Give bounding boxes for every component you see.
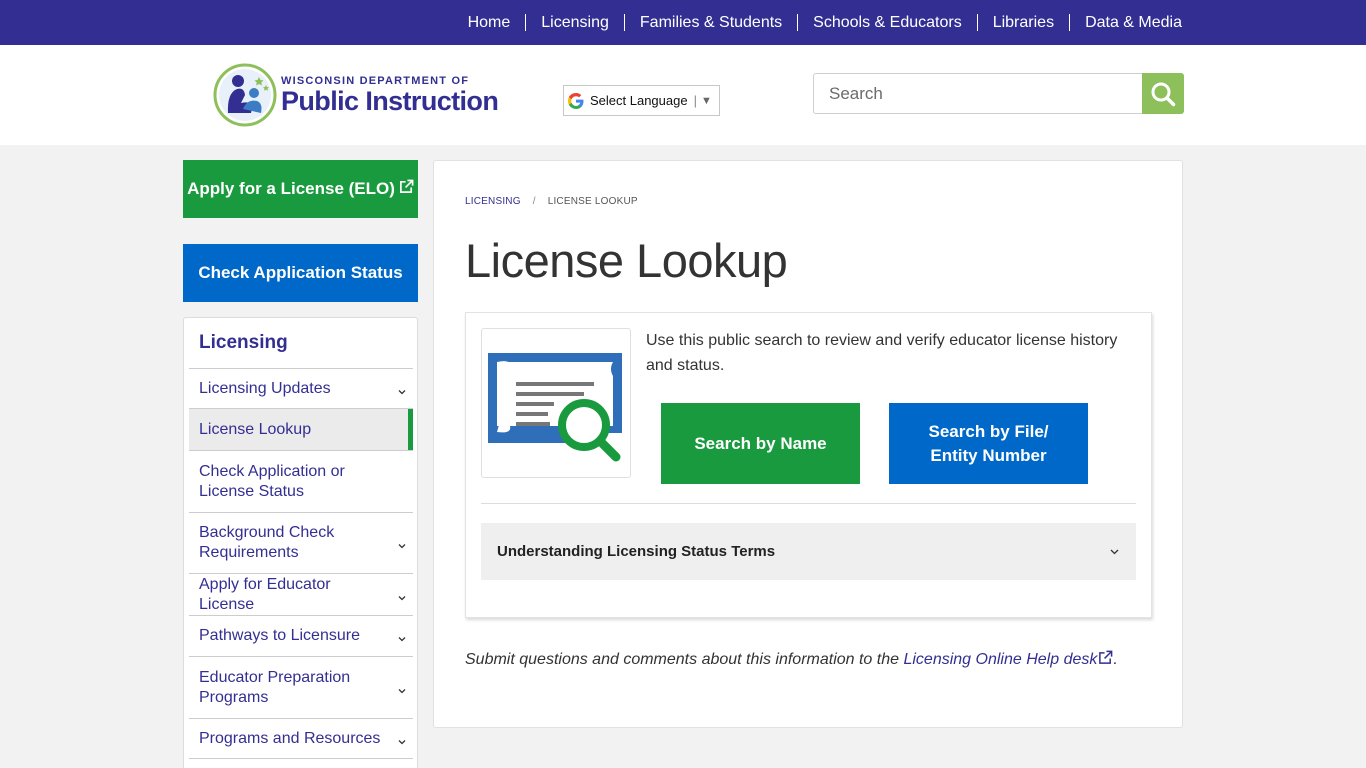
sidebar-item-label: Background Check Requirements [199,524,335,561]
top-nav-item-licensing: Licensing [525,14,624,32]
chevron-down-icon[interactable] [398,542,406,550]
chevron-down-icon[interactable] [398,738,406,746]
card-divider [481,503,1136,504]
nav-link-data-media[interactable]: Data & Media [1070,14,1182,32]
help-desk-link-label: Licensing Online Help desk [903,651,1098,668]
sidebar-item-label: Check Application or License Status [199,462,345,500]
breadcrumb-divider: / [532,196,536,207]
sidebar-item-label: Licensing Updates [199,379,331,397]
certificate-search-image [481,328,631,478]
sidebar-item-licensing-updates[interactable]: Licensing Updates [189,368,413,408]
logo-wordmark: WISCONSIN DEPARTMENT OF Public Instructi… [281,75,499,116]
breadcrumb-current: LICENSE LOOKUP [547,196,638,207]
help-footnote: Submit questions and comments about this… [465,650,1118,669]
sidebar-item-apply-educator-license[interactable]: Apply for Educator License [189,573,413,615]
page-title: License Lookup [465,234,788,287]
apply-for-license-label: Apply for a License (ELO) [187,179,395,198]
sidebar-item-label: Apply for Educator License [199,575,331,613]
sidebar-item-label: Programs and Resources [199,729,381,747]
sidebar-list: Licensing Updates License Lookup Check A… [189,368,413,759]
nav-link-families-students[interactable]: Families & Students [625,14,797,32]
nav-link-licensing[interactable]: Licensing [526,14,624,32]
search-input[interactable] [813,73,1143,114]
top-nav-list: Home Licensing Families & Students Schoo… [453,0,1182,45]
sidebar-item-programs-resources[interactable]: Programs and Resources [189,718,413,759]
nav-link-schools-educators[interactable]: Schools & Educators [798,14,977,32]
sidebar-item-background-check[interactable]: Background Check Requirements [189,512,413,573]
breadcrumb-licensing[interactable]: LICENSING [465,196,521,207]
sidebar-item-license-lookup[interactable]: License Lookup [189,408,413,450]
chevron-down-icon[interactable] [1110,547,1119,556]
sidebar-item-label: Pathways to Licensure [199,627,360,644]
language-select[interactable]: Select Language | ▼ [563,85,720,116]
external-link-icon [399,179,414,193]
sidebar-item-pathways[interactable]: Pathways to Licensure [189,615,413,656]
top-nav-item-schools: Schools & Educators [797,14,977,32]
breadcrumb: LICENSING / LICENSE LOOKUP [465,196,638,207]
nav-link-home[interactable]: Home [453,14,526,32]
top-nav-item-families: Families & Students [624,14,797,32]
check-application-status-button[interactable]: Check Application Status [183,244,418,302]
top-nav-item-data: Data & Media [1069,14,1182,32]
footnote-text: Submit questions and comments about this… [465,651,904,668]
search-icon [1151,82,1176,106]
sidebar-item-check-application[interactable]: Check Application or License Status [189,450,413,512]
top-navigation: Home Licensing Families & Students Schoo… [0,0,1366,45]
logo-line-public-instruction: Public Instruction [281,86,499,116]
sidebar-item-label: License Lookup [199,420,312,438]
main-content: LICENSING / LICENSE LOOKUP License Looku… [433,160,1183,728]
search-by-file-button[interactable]: Search by File/ Entity Number [889,403,1088,484]
certificate-search-icon [488,353,622,462]
dpi-logo[interactable]: WISCONSIN DEPARTMENT OF Public Instructi… [213,62,499,128]
status-terms-accordion[interactable]: Understanding Licensing Status Terms [481,523,1136,580]
search-by-name-button[interactable]: Search by Name [661,403,860,484]
lookup-description: Use this public search to review and ver… [646,332,1118,374]
chevron-down-icon[interactable] [398,635,406,643]
language-divider: | [693,93,697,108]
footnote-period: . [1113,651,1118,668]
license-lookup-card: Use this public search to review and ver… [465,312,1152,618]
external-link-icon [1099,650,1113,664]
chevron-down-icon[interactable] [398,687,406,695]
nav-link-libraries[interactable]: Libraries [978,14,1069,32]
sidebar-navigation: Licensing Licensing Updates License Look… [183,317,418,768]
site-search [813,73,1184,115]
google-icon [568,92,584,109]
chevron-down-icon[interactable] [398,388,406,396]
accordion-label: Understanding Licensing Status Terms [497,543,776,560]
dpi-logo-icon [213,63,277,127]
search-button[interactable] [1142,73,1184,114]
help-desk-link[interactable]: Licensing Online Help desk [903,650,1113,668]
site-header: WISCONSIN DEPARTMENT OF Public Instructi… [0,45,1366,145]
sidebar-title[interactable]: Licensing [199,332,288,354]
top-nav-item-home: Home [453,14,526,32]
language-dropdown-arrow: ▼ [700,94,712,107]
sidebar-item-educator-preparation[interactable]: Educator Preparation Programs [189,656,413,718]
apply-for-license-button[interactable]: Apply for a License (ELO) [183,160,418,218]
language-label: Select Language [590,93,688,108]
sidebar-item-label: Educator Preparation Programs [199,668,351,706]
chevron-down-icon[interactable] [398,594,406,602]
top-nav-item-libraries: Libraries [977,14,1069,32]
